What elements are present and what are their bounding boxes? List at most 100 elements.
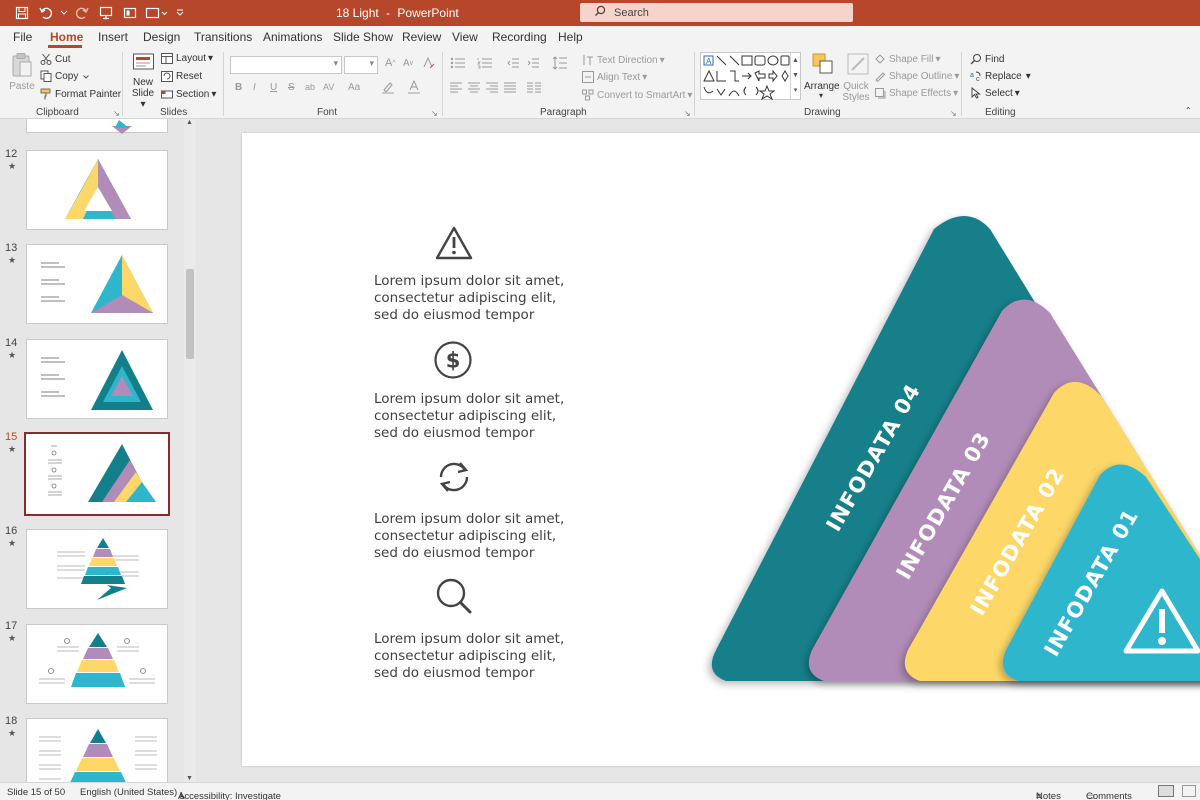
language-indicator[interactable]: English (United States) bbox=[80, 787, 177, 798]
align-left-icon[interactable] bbox=[450, 82, 462, 93]
text-direction-button[interactable]: Text Direction ▾ bbox=[582, 54, 665, 66]
tab-design[interactable]: Design bbox=[143, 30, 180, 44]
decrease-indent-icon[interactable] bbox=[507, 57, 519, 69]
tab-review[interactable]: Review bbox=[402, 30, 441, 44]
section-button[interactable]: Section ▾ bbox=[161, 89, 216, 100]
change-case-button[interactable]: Aa bbox=[348, 82, 360, 93]
text-block-4[interactable]: Lorem ipsum dolor sit amet, consectetur … bbox=[374, 631, 614, 682]
select-label: Select bbox=[985, 87, 1013, 99]
undo-icon[interactable] bbox=[36, 3, 56, 23]
font-size-combo[interactable]: ▾ bbox=[344, 56, 378, 74]
scroll-down-icon[interactable]: ▼ bbox=[186, 775, 193, 782]
thumbnails-scrollbar[interactable]: ▲ ▼ bbox=[184, 119, 196, 782]
decrease-font-icon[interactable]: Av bbox=[403, 58, 413, 69]
align-center-icon[interactable] bbox=[468, 82, 480, 93]
present-icon[interactable] bbox=[96, 3, 116, 23]
shape-effects-label: Shape Effects bbox=[889, 87, 952, 99]
save-icon[interactable] bbox=[12, 3, 32, 23]
undo-dropdown-icon[interactable] bbox=[60, 3, 68, 23]
slide-thumbnail[interactable] bbox=[26, 119, 168, 134]
text-block-1[interactable]: Lorem ipsum dolor sit amet, consectetur … bbox=[374, 273, 614, 324]
slide-thumbnail-active[interactable] bbox=[24, 432, 170, 516]
redo-icon[interactable] bbox=[72, 3, 92, 23]
reset-button[interactable]: Reset bbox=[161, 71, 202, 82]
new-slide-icon bbox=[130, 52, 158, 77]
text-shadow-button[interactable]: ab bbox=[305, 82, 315, 92]
font-color-icon[interactable] bbox=[407, 80, 421, 94]
tab-file[interactable]: File bbox=[13, 30, 32, 44]
text-direction-icon bbox=[582, 54, 594, 66]
slide-thumbnail[interactable] bbox=[26, 339, 168, 419]
bold-button[interactable]: B bbox=[235, 82, 242, 93]
paragraph-launcher-icon[interactable]: ↘ bbox=[684, 109, 691, 118]
shape-fill-button[interactable]: Shape Fill ▾ bbox=[874, 53, 941, 65]
tab-insert[interactable]: Insert bbox=[98, 30, 128, 44]
justify-icon[interactable] bbox=[504, 82, 516, 93]
paste-button[interactable]: Paste bbox=[8, 52, 36, 92]
thumbnails-scrollbar-thumb[interactable] bbox=[186, 269, 194, 359]
ribbon-separator bbox=[694, 52, 695, 116]
shapes-gallery[interactable]: A ▲ ▼ ▾ bbox=[700, 52, 801, 101]
arrange-button[interactable]: Arrange ▾ bbox=[804, 52, 840, 100]
slide-sorter-icon[interactable] bbox=[1182, 785, 1196, 797]
slide-thumbnail[interactable] bbox=[26, 529, 168, 609]
text-line: consectetur adipiscing elit, bbox=[374, 408, 557, 424]
slide-thumbnail[interactable] bbox=[26, 244, 168, 324]
underline-button[interactable]: U bbox=[270, 82, 277, 93]
highlight-icon[interactable] bbox=[381, 80, 395, 94]
increase-font-icon[interactable]: A ^ bbox=[385, 57, 396, 69]
italic-button[interactable]: I bbox=[253, 82, 256, 93]
replace-button[interactable]: ac Replace ▾ bbox=[970, 70, 1031, 83]
customize-toolbar-icon[interactable] bbox=[174, 3, 186, 23]
quick-styles-button[interactable]: Quick Styles bbox=[840, 52, 872, 103]
slide-thumbnail[interactable] bbox=[26, 718, 168, 782]
refresh-icon bbox=[439, 462, 469, 492]
line-spacing-icon[interactable] bbox=[552, 56, 568, 70]
clipboard-launcher-icon[interactable]: ↘ bbox=[113, 109, 120, 118]
tab-transitions[interactable]: Transitions bbox=[194, 30, 252, 44]
tab-home[interactable]: Home bbox=[50, 30, 83, 44]
find-button[interactable]: Find bbox=[970, 53, 1004, 65]
cut-button[interactable]: Cut bbox=[40, 53, 71, 65]
tab-animations[interactable]: Animations bbox=[263, 30, 322, 44]
copy-button[interactable]: Copy bbox=[40, 70, 90, 82]
format-painter-button[interactable]: Format Painter bbox=[40, 88, 121, 100]
collapse-ribbon-icon[interactable]: ⌃ bbox=[1185, 106, 1192, 115]
shape-outline-button[interactable]: Shape Outline ▾ bbox=[874, 70, 959, 82]
font-family-combo[interactable]: ▾ bbox=[230, 56, 342, 74]
tab-help[interactable]: Help bbox=[558, 30, 583, 44]
bullets-icon[interactable] bbox=[450, 57, 466, 69]
normal-view-icon[interactable] bbox=[1158, 785, 1174, 797]
current-slide[interactable]: Lorem ipsum dolor sit amet, consectetur … bbox=[242, 133, 1200, 766]
scroll-up-icon[interactable]: ▲ bbox=[186, 119, 193, 126]
select-button[interactable]: Select ▾ bbox=[970, 87, 1020, 99]
convert-to-smartart-button[interactable]: Convert to SmartArt ▾ bbox=[582, 89, 692, 101]
app-name: PowerPoint bbox=[397, 6, 459, 20]
numbering-icon[interactable] bbox=[477, 57, 493, 69]
align-right-icon[interactable] bbox=[486, 82, 498, 93]
text-direction-label: Text Direction bbox=[597, 54, 658, 66]
copy-dropdown-icon[interactable] bbox=[83, 71, 90, 82]
tab-slide-show[interactable]: Slide Show bbox=[333, 30, 393, 44]
shape-effects-button[interactable]: Shape Effects ▾ bbox=[874, 87, 958, 99]
increase-indent-icon[interactable] bbox=[527, 57, 539, 69]
search-box[interactable]: Search bbox=[580, 3, 853, 22]
character-spacing-icon[interactable]: AV bbox=[323, 82, 334, 92]
text-block-2[interactable]: Lorem ipsum dolor sit amet, consectetur … bbox=[374, 391, 614, 442]
slide-thumbnail[interactable] bbox=[26, 150, 168, 230]
font-launcher-icon[interactable]: ↘ bbox=[431, 109, 438, 118]
text-block-3[interactable]: Lorem ipsum dolor sit amet, consectetur … bbox=[374, 511, 614, 562]
clear-formatting-icon[interactable] bbox=[422, 56, 436, 70]
new-slide-button[interactable]: New Slide ▾ bbox=[128, 52, 158, 110]
shape-icon[interactable] bbox=[144, 3, 170, 23]
strikethrough-button[interactable]: S bbox=[288, 82, 295, 93]
tab-recording[interactable]: Recording bbox=[492, 30, 547, 44]
from-beginning-icon[interactable] bbox=[120, 3, 140, 23]
tab-view[interactable]: View bbox=[452, 30, 478, 44]
columns-icon[interactable] bbox=[527, 82, 541, 93]
align-text-button[interactable]: Align Text ▾ bbox=[582, 71, 647, 83]
shapes-gallery-scroll[interactable]: ▲ ▼ ▾ bbox=[790, 53, 800, 99]
drawing-launcher-icon[interactable]: ↘ bbox=[950, 109, 957, 118]
slide-thumbnail[interactable] bbox=[26, 624, 168, 704]
layout-button[interactable]: Layout ▾ bbox=[161, 53, 213, 64]
